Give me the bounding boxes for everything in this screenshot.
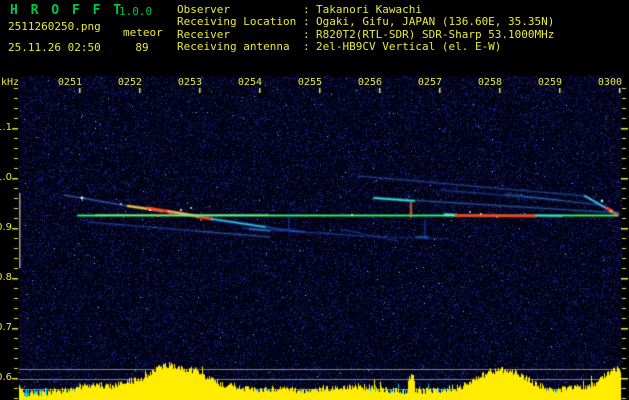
station-info: Observer: Takanori Kawachi Receiving Locat… [177, 3, 555, 54]
info-colon: : [303, 40, 310, 54]
info-row: Receiving antenna:2el-HB9CV Vertical (el… [177, 40, 554, 54]
meteor-count: 89 [135, 41, 149, 54]
freq-label-0.6: 0.6 [0, 372, 12, 383]
time-label-0251: 0251 [57, 77, 82, 88]
info-value: Ogaki, Gifu, JAPAN (136.60E, 35.35N) [316, 15, 555, 29]
time-label-0252: 0252 [117, 77, 142, 88]
app-title: H R O F F T [10, 3, 124, 18]
info-value: 2el-HB9CV Vertical (el. E-W) [316, 40, 502, 54]
datetime: 25.11.26 02:50 [8, 41, 101, 54]
hrofft-screen: H R O F F T 1.0.0 2511260250.png meteor … [0, 0, 629, 400]
time-label-0254: 0254 [237, 77, 262, 88]
freq-label-1.1: 1.1 [0, 122, 12, 133]
filename: 2511260250.png [8, 20, 101, 33]
freq-label-0.7: 0.7 [0, 322, 12, 333]
time-label-0259: 0259 [537, 77, 562, 88]
time-label-0257: 0257 [417, 77, 442, 88]
spectrogram-canvas [0, 0, 629, 400]
time-label-0300: 0300 [597, 77, 622, 88]
freq-label-0.8: 0.8 [0, 272, 12, 283]
info-label: Receiving antenna [177, 40, 290, 54]
mode-label: meteor [123, 26, 163, 39]
info-colon: : [303, 15, 310, 29]
app-version: 1.0.0 [119, 5, 153, 18]
time-label-0253: 0253 [177, 77, 202, 88]
info-row: Receiving Location: Ogaki, Gifu, JAPAN (1… [177, 15, 555, 29]
freq-axis-unit: kHz [1, 77, 20, 88]
time-label-0258: 0258 [477, 77, 502, 88]
time-label-0255: 0255 [297, 77, 322, 88]
freq-label-1.0: 1.0 [0, 172, 12, 183]
info-label: Receiving Location [177, 15, 297, 29]
freq-label-0.9: 0.9 [0, 222, 12, 233]
time-label-0256: 0256 [357, 77, 382, 88]
